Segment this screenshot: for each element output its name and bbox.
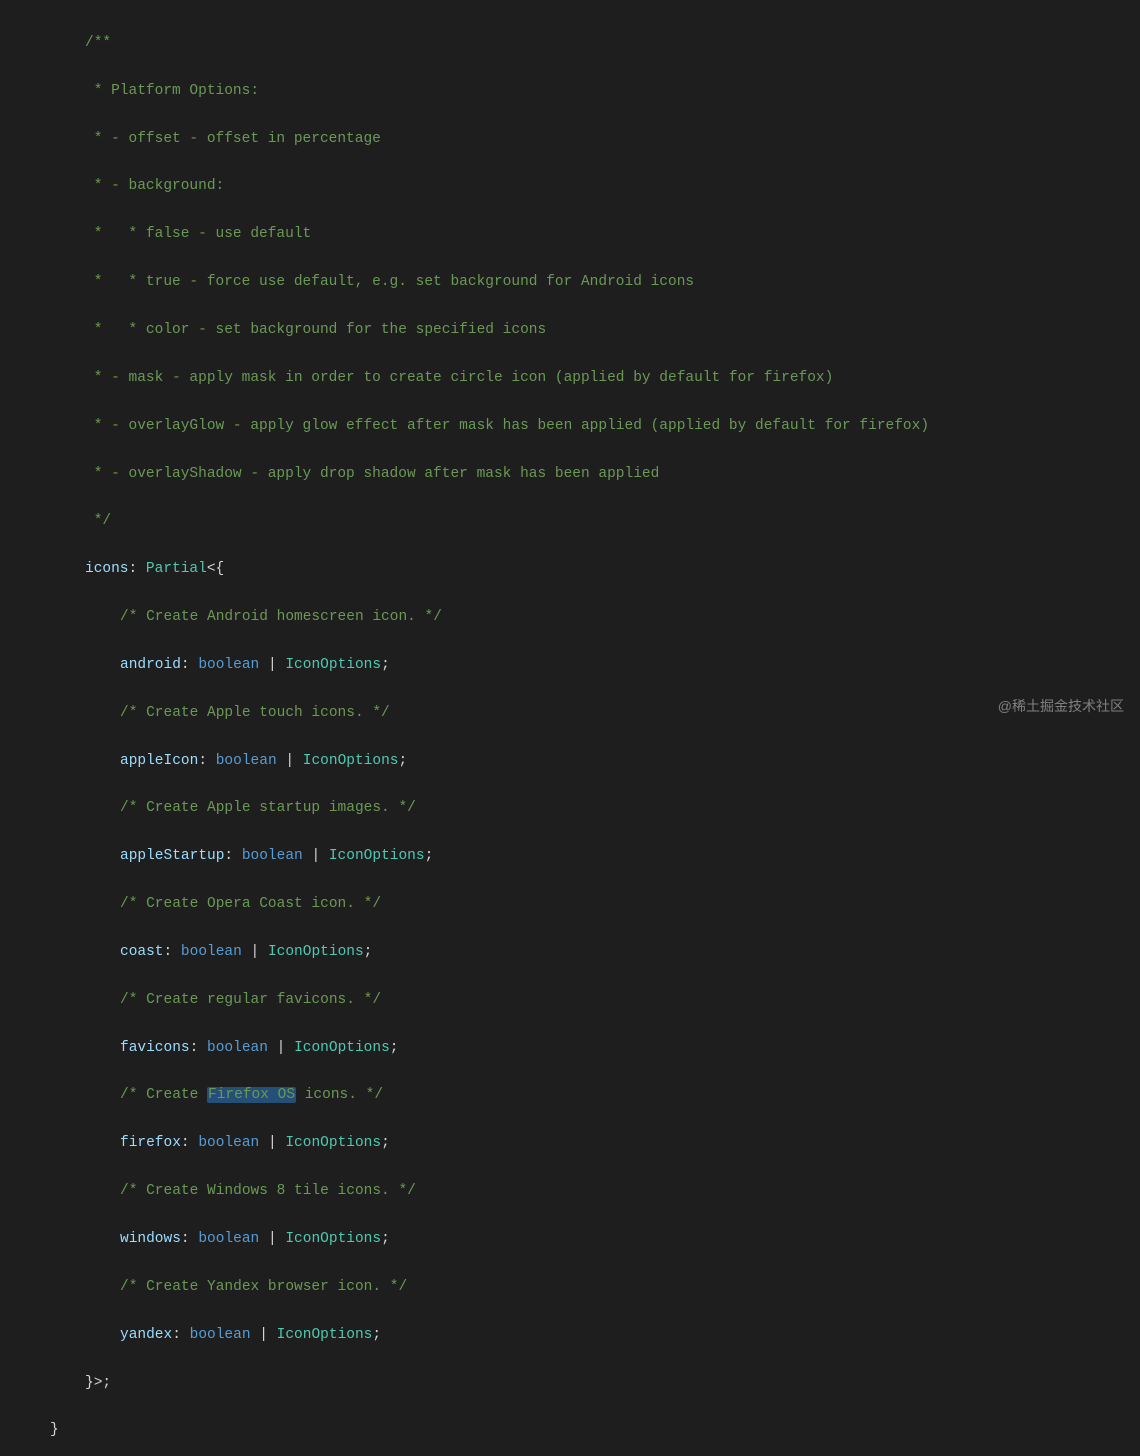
- semicolon: ;: [390, 1040, 399, 1056]
- type-boolean: boolean: [242, 848, 303, 864]
- semicolon: ;: [381, 1231, 390, 1247]
- doc-comment-line: * Platform Options:: [85, 83, 259, 99]
- pipe: |: [259, 1231, 285, 1247]
- doc-comment-line: * - mask - apply mask in order to create…: [85, 370, 833, 386]
- comment-favicons: /* Create regular favicons. */: [120, 992, 381, 1008]
- pipe: |: [242, 944, 268, 960]
- type-boolean: boolean: [198, 1135, 259, 1151]
- code-editor[interactable]: /** * Platform Options: * - offset - off…: [0, 0, 1140, 1456]
- doc-comment-close: */: [85, 513, 111, 529]
- doc-comment-line: * * true - force use default, e.g. set b…: [85, 274, 694, 290]
- type-iconoptions: IconOptions: [303, 753, 399, 769]
- colon: :: [224, 848, 241, 864]
- doc-comment-open: /**: [85, 35, 111, 51]
- type-boolean: boolean: [198, 1231, 259, 1247]
- comment-applestartup: /* Create Apple startup images. */: [120, 800, 416, 816]
- colon: :: [129, 561, 146, 577]
- close-brace: }: [50, 1422, 59, 1438]
- type-boolean: boolean: [181, 944, 242, 960]
- doc-comment-line: * - overlayShadow - apply drop shadow af…: [85, 466, 659, 482]
- comment-appleicon: /* Create Apple touch icons. */: [120, 705, 390, 721]
- doc-comment-line: * * false - use default: [85, 226, 311, 242]
- comment-windows: /* Create Windows 8 tile icons. */: [120, 1183, 416, 1199]
- doc-comment-line: * - background:: [85, 178, 224, 194]
- comment-firefox: /* Create Firefox OS icons. */: [120, 1087, 383, 1103]
- pipe: |: [268, 1040, 294, 1056]
- pipe: |: [259, 1135, 285, 1151]
- pipe: |: [251, 1327, 277, 1343]
- angle-open: <{: [207, 561, 224, 577]
- pipe: |: [277, 753, 303, 769]
- semicolon: ;: [425, 848, 434, 864]
- colon: :: [164, 944, 181, 960]
- property-windows: windows: [120, 1231, 181, 1247]
- type-partial: Partial: [146, 561, 207, 577]
- property-favicons: favicons: [120, 1040, 190, 1056]
- property-icons: icons: [85, 561, 129, 577]
- comment-text: /* Create: [120, 1087, 207, 1103]
- colon: :: [190, 1040, 207, 1056]
- type-boolean: boolean: [190, 1327, 251, 1343]
- colon: :: [198, 753, 215, 769]
- pipe: |: [303, 848, 329, 864]
- semicolon: ;: [381, 1135, 390, 1151]
- comment-yandex: /* Create Yandex browser icon. */: [120, 1279, 407, 1295]
- type-boolean: boolean: [198, 657, 259, 673]
- property-firefox: firefox: [120, 1135, 181, 1151]
- property-yandex: yandex: [120, 1327, 172, 1343]
- type-boolean: boolean: [216, 753, 277, 769]
- highlighted-text: Firefox OS: [207, 1087, 296, 1103]
- colon: :: [181, 1231, 198, 1247]
- type-iconoptions: IconOptions: [285, 1135, 381, 1151]
- comment-coast: /* Create Opera Coast icon. */: [120, 896, 381, 912]
- type-iconoptions: IconOptions: [329, 848, 425, 864]
- colon: :: [181, 657, 198, 673]
- type-iconoptions: IconOptions: [294, 1040, 390, 1056]
- type-boolean: boolean: [207, 1040, 268, 1056]
- semicolon: ;: [364, 944, 373, 960]
- type-iconoptions: IconOptions: [285, 657, 381, 673]
- property-android: android: [120, 657, 181, 673]
- property-coast: coast: [120, 944, 164, 960]
- semicolon: ;: [372, 1327, 381, 1343]
- semicolon: ;: [398, 753, 407, 769]
- doc-comment-line: * - overlayGlow - apply glow effect afte…: [85, 418, 929, 434]
- property-applestartup: appleStartup: [120, 848, 224, 864]
- close-object: }>;: [85, 1375, 111, 1391]
- semicolon: ;: [381, 657, 390, 673]
- pipe: |: [259, 657, 285, 673]
- type-iconoptions: IconOptions: [277, 1327, 373, 1343]
- property-appleicon: appleIcon: [120, 753, 198, 769]
- type-iconoptions: IconOptions: [285, 1231, 381, 1247]
- colon: :: [181, 1135, 198, 1151]
- watermark: @稀土掘金技术社区: [998, 695, 1124, 718]
- doc-comment-line: * * color - set background for the speci…: [85, 322, 546, 338]
- colon: :: [172, 1327, 189, 1343]
- doc-comment-line: * - offset - offset in percentage: [85, 131, 381, 147]
- type-iconoptions: IconOptions: [268, 944, 364, 960]
- comment-text: icons. */: [296, 1087, 383, 1103]
- comment-android: /* Create Android homescreen icon. */: [120, 609, 442, 625]
